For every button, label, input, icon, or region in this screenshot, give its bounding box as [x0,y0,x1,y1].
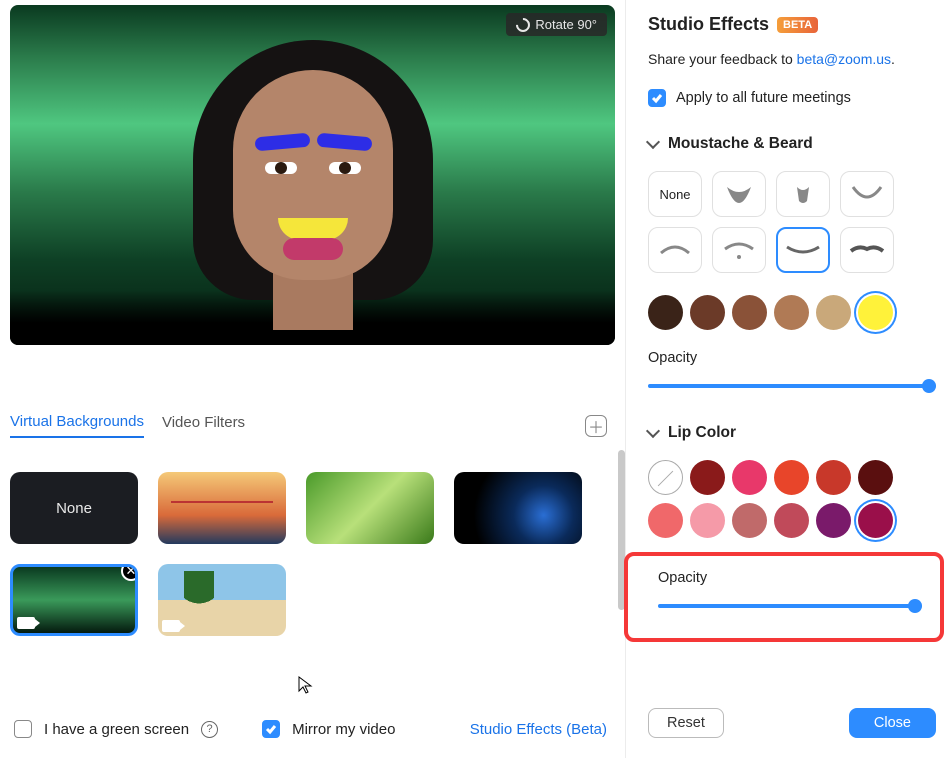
video-preview: Rotate 90° [10,5,615,345]
remove-background-button[interactable]: ✕ [121,564,138,581]
moustache-opacity-slider[interactable] [648,376,936,396]
moustache-option-7[interactable] [840,227,894,273]
moustache-option-6[interactable] [776,227,830,273]
background-bridge[interactable] [158,472,286,544]
moustache-none[interactable]: None [648,171,702,217]
cursor-icon [298,676,314,696]
lip-color-swatch[interactable] [816,503,851,538]
background-beach[interactable] [158,564,286,636]
apply-all-checkbox[interactable] [648,89,666,107]
lip-color-swatch[interactable] [774,503,809,538]
moustache-option-3[interactable] [840,171,894,217]
background-none[interactable]: None [10,472,138,544]
lip-color-swatch[interactable] [732,503,767,538]
close-button[interactable]: Close [849,708,936,738]
lip-opacity-label: Opacity [658,570,922,586]
chevron-down-icon [646,424,660,438]
lip-color-swatch[interactable] [858,460,893,495]
lip-color-swatch[interactable] [648,503,683,538]
apply-all-label: Apply to all future meetings [676,90,851,106]
rotate-label: Rotate 90° [535,17,597,32]
moustache-color-0[interactable] [648,295,683,330]
background-aurora[interactable]: ✕ [10,564,138,636]
moustache-color-5[interactable] [858,295,893,330]
green-screen-checkbox[interactable] [14,720,32,738]
moustache-color-2[interactable] [732,295,767,330]
tab-virtual-backgrounds[interactable]: Virtual Backgrounds [10,413,144,438]
mirror-video-checkbox[interactable] [262,720,280,738]
moustache-color-4[interactable] [816,295,851,330]
lip-color-swatch[interactable] [732,460,767,495]
panel-title: Studio Effects [648,14,769,35]
reset-button[interactable]: Reset [648,708,724,738]
lip-color-swatch[interactable] [690,460,725,495]
video-icon [17,617,35,629]
moustache-section-toggle[interactable]: Moustache & Beard [648,135,936,153]
lip-color-swatch[interactable] [690,503,725,538]
lip-opacity-slider[interactable] [658,596,922,616]
feedback-text: Share your feedback to [648,51,797,67]
moustache-color-3[interactable] [774,295,809,330]
moustache-option-4[interactable] [648,227,702,273]
add-background-button[interactable]: ＋ [585,415,607,437]
feedback-email-link[interactable]: beta@zoom.us [797,51,891,67]
moustache-color-1[interactable] [690,295,725,330]
moustache-opacity-label: Opacity [648,350,936,366]
background-earth[interactable] [454,472,582,544]
help-icon[interactable]: ? [201,721,218,738]
lip-color-swatch[interactable] [816,460,851,495]
moustache-header: Moustache & Beard [668,135,813,153]
background-grass[interactable] [306,472,434,544]
lip-color-swatch[interactable] [774,460,809,495]
moustache-option-2[interactable] [776,171,830,217]
lip-color-swatch[interactable] [858,503,893,538]
beta-badge: BETA [777,17,818,33]
moustache-option-5[interactable] [712,227,766,273]
lip-section-toggle[interactable]: Lip Color [648,424,936,442]
studio-effects-link[interactable]: Studio Effects (Beta) [470,721,607,738]
tab-video-filters[interactable]: Video Filters [162,414,245,437]
rotate-icon [514,15,534,35]
mirror-video-label: Mirror my video [292,721,395,738]
lip-opacity-highlight: Opacity [624,552,944,642]
chevron-down-icon [646,135,660,149]
lip-color-swatch[interactable] [648,460,683,495]
moustache-option-1[interactable] [712,171,766,217]
rotate-button[interactable]: Rotate 90° [506,13,607,36]
video-icon [162,620,180,632]
lip-color-header: Lip Color [668,424,736,442]
green-screen-label: I have a green screen [44,721,189,738]
